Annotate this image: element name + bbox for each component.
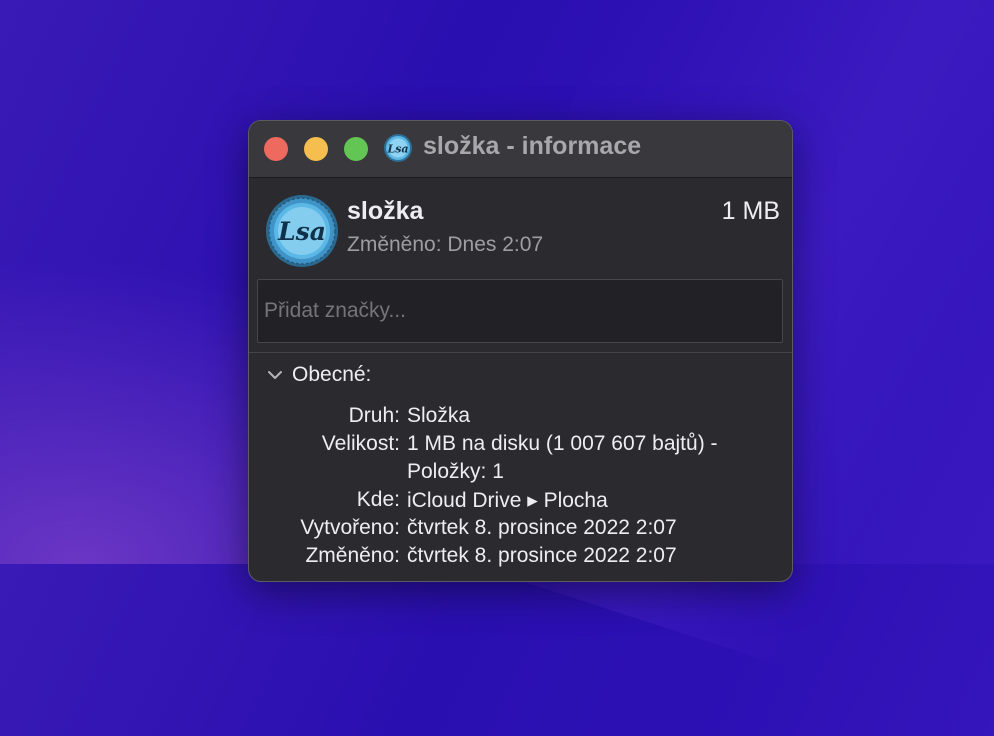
- general-section-label: Obecné:: [292, 363, 372, 386]
- info-row-where: Kde: iCloud Drive ▸ Plocha: [249, 488, 792, 516]
- maximize-button[interactable]: [344, 137, 368, 161]
- info-label: Druh:: [348, 404, 400, 427]
- folder-icon: Lsa: [266, 195, 338, 267]
- info-row-created: Vytvořeno: čtvrtek 8. prosince 2022 2:07: [249, 516, 792, 544]
- minimize-button[interactable]: [304, 137, 328, 161]
- titlebar[interactable]: Lsa složka - informace: [249, 121, 792, 178]
- item-modified: Změněno: Dnes 2:07: [347, 233, 544, 256]
- info-value: Položky: 1: [407, 460, 504, 483]
- info-label: Vytvořeno:: [300, 516, 400, 539]
- window-title: složka - informace: [423, 132, 642, 160]
- item-name: složka: [347, 197, 424, 225]
- info-row-kind: Druh: Složka: [249, 404, 792, 432]
- svg-text:Lsa: Lsa: [277, 217, 326, 246]
- info-value: čtvrtek 8. prosince 2022 2:07: [407, 516, 677, 539]
- info-value: čtvrtek 8. prosince 2022 2:07: [407, 544, 677, 567]
- info-value: 1 MB na disku (1 007 607 bajtů) -: [407, 432, 718, 455]
- info-label: Velikost:: [321, 432, 400, 455]
- info-row-modified: Změněno: čtvrtek 8. prosince 2022 2:07: [249, 544, 792, 572]
- info-value: iCloud Drive ▸ Plocha: [407, 489, 608, 512]
- lsa-badge-icon: Lsa: [384, 134, 412, 162]
- info-row-size: Velikost: 1 MB na disku (1 007 607 bajtů…: [249, 432, 792, 460]
- info-label: Změněno:: [305, 544, 400, 567]
- svg-text:Lsa: Lsa: [386, 143, 408, 156]
- tags-input[interactable]: [257, 279, 783, 343]
- item-size: 1 MB: [721, 197, 780, 225]
- info-value: Složka: [407, 404, 471, 427]
- info-label: Kde:: [356, 488, 400, 511]
- chevron-down-icon: [268, 371, 282, 379]
- divider: [249, 352, 792, 353]
- close-button[interactable]: [264, 137, 288, 161]
- info-row-items: Položky: 1: [249, 460, 792, 488]
- info-window: Lsa složka - informace Lsa složka 1 MB Z…: [248, 120, 793, 582]
